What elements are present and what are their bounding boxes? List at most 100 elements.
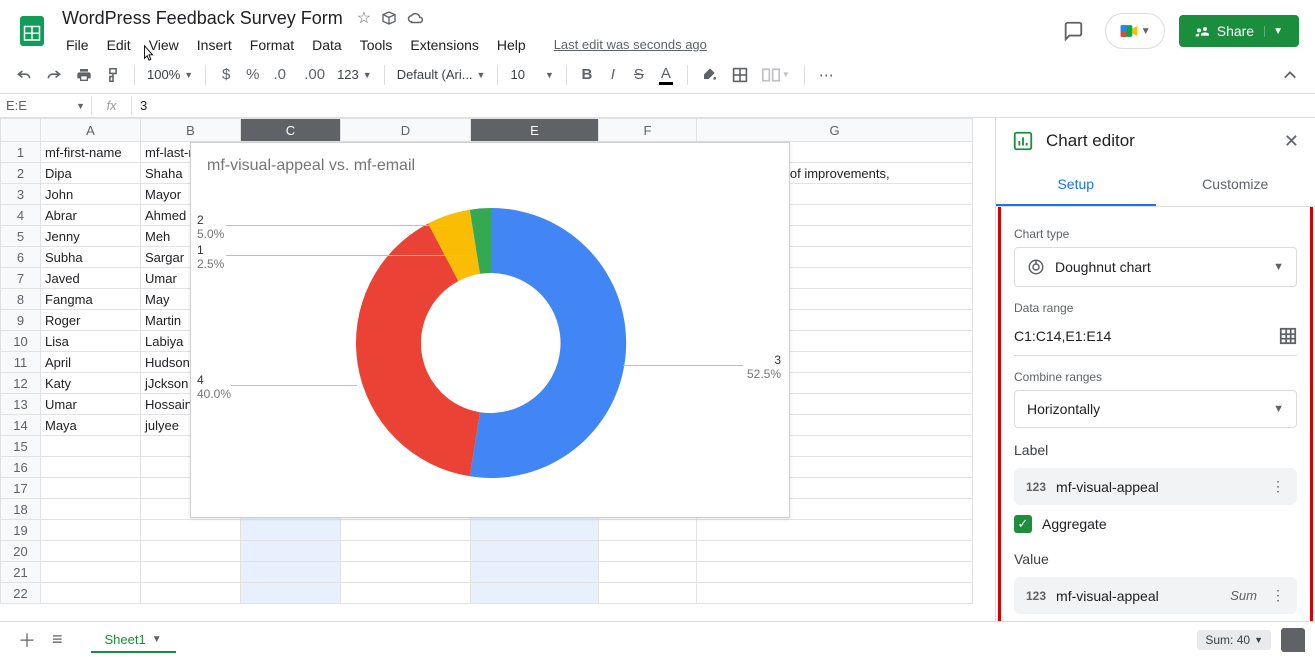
cell[interactable]	[697, 583, 973, 604]
cell[interactable]	[241, 583, 341, 604]
cell[interactable]: John	[41, 184, 141, 205]
row-header[interactable]: 22	[1, 583, 41, 604]
col-header-f[interactable]: F	[599, 119, 697, 142]
row-header[interactable]: 20	[1, 541, 41, 562]
paint-format-button[interactable]	[100, 62, 126, 88]
cell[interactable]	[141, 520, 241, 541]
cell[interactable]: Umar	[41, 394, 141, 415]
row-header[interactable]: 16	[1, 457, 41, 478]
font-family-dropdown[interactable]: Default (Ari...▼	[393, 64, 490, 85]
menu-tools[interactable]: Tools	[352, 33, 401, 57]
cell[interactable]: Roger	[41, 310, 141, 331]
chart-type-select[interactable]: Doughnut chart▼	[1014, 247, 1297, 287]
collapse-toolbar-button[interactable]	[1277, 62, 1305, 88]
cell[interactable]	[141, 541, 241, 562]
last-edit-link[interactable]: Last edit was seconds ago	[554, 37, 707, 52]
cloud-status-icon[interactable]	[407, 8, 425, 28]
tab-customize[interactable]: Customize	[1156, 164, 1315, 206]
explore-button[interactable]	[1281, 628, 1305, 652]
cell[interactable]	[41, 457, 141, 478]
cell[interactable]	[697, 541, 973, 562]
select-all-corner[interactable]	[1, 119, 41, 142]
format-currency-button[interactable]: $	[214, 62, 238, 88]
cell[interactable]: April	[41, 352, 141, 373]
menu-format[interactable]: Format	[242, 33, 302, 57]
row-header[interactable]: 12	[1, 373, 41, 394]
decrease-decimal-button[interactable]: .0	[268, 62, 297, 88]
cell[interactable]	[471, 562, 599, 583]
row-header[interactable]: 19	[1, 520, 41, 541]
cell[interactable]	[141, 562, 241, 583]
cell[interactable]	[41, 541, 141, 562]
row-header[interactable]: 6	[1, 247, 41, 268]
cell[interactable]: Fangma	[41, 289, 141, 310]
cell[interactable]	[697, 562, 973, 583]
increase-decimal-button[interactable]: .00	[298, 62, 331, 88]
cell[interactable]: Subha	[41, 247, 141, 268]
share-button[interactable]: Share ▼	[1179, 15, 1299, 47]
row-header[interactable]: 1	[1, 142, 41, 163]
cell[interactable]: Abrar	[41, 205, 141, 226]
grid-select-icon[interactable]	[1279, 327, 1297, 345]
cell[interactable]	[599, 520, 697, 541]
cell[interactable]	[471, 583, 599, 604]
fill-color-button[interactable]	[696, 62, 724, 88]
cell[interactable]	[41, 520, 141, 541]
tab-setup[interactable]: Setup	[996, 164, 1156, 206]
row-header[interactable]: 2	[1, 163, 41, 184]
data-range-field[interactable]: C1:C14,E1:E14	[1014, 321, 1297, 356]
cell[interactable]	[341, 583, 471, 604]
row-header[interactable]: 11	[1, 352, 41, 373]
menu-view[interactable]: View	[141, 33, 187, 57]
row-header[interactable]: 21	[1, 562, 41, 583]
redo-button[interactable]	[40, 62, 68, 88]
col-header-a[interactable]: A	[41, 119, 141, 142]
row-header[interactable]: 3	[1, 184, 41, 205]
comments-button[interactable]	[1055, 13, 1091, 49]
cell[interactable]	[341, 541, 471, 562]
row-header[interactable]: 14	[1, 415, 41, 436]
cell[interactable]	[241, 562, 341, 583]
cell[interactable]: Javed	[41, 268, 141, 289]
add-sheet-button[interactable]: ＋	[10, 623, 44, 657]
more-toolbar-button[interactable]: ⋯	[813, 62, 840, 88]
menu-edit[interactable]: Edit	[99, 33, 139, 57]
cell[interactable]	[241, 520, 341, 541]
cell[interactable]: Jenny	[41, 226, 141, 247]
cell[interactable]	[599, 541, 697, 562]
cell[interactable]: Katy	[41, 373, 141, 394]
quicksum-badge[interactable]: Sum: 40▼	[1197, 630, 1271, 650]
more-icon[interactable]: ⋮	[1271, 587, 1285, 604]
cell[interactable]	[697, 520, 973, 541]
formula-bar[interactable]: 3	[132, 96, 155, 115]
spreadsheet-grid[interactable]: A B C D E F G 1mf-first-namemf-last-name…	[0, 118, 995, 621]
share-caret-icon[interactable]: ▼	[1264, 26, 1283, 37]
star-icon[interactable]: ☆	[357, 8, 371, 28]
row-header[interactable]: 18	[1, 499, 41, 520]
menu-help[interactable]: Help	[489, 33, 534, 57]
menu-insert[interactable]: Insert	[189, 33, 240, 57]
more-formats-dropdown[interactable]: 123▼	[333, 64, 376, 85]
value-field[interactable]: 123 mf-visual-appeal Sum ⋮	[1014, 577, 1297, 614]
strike-button[interactable]: S	[627, 62, 651, 88]
cell[interactable]	[41, 562, 141, 583]
cell[interactable]	[599, 562, 697, 583]
cell[interactable]: mf-first-name	[41, 142, 141, 163]
close-sidebar-button[interactable]: ✕	[1284, 131, 1299, 152]
menu-data[interactable]: Data	[304, 33, 350, 57]
row-header[interactable]: 9	[1, 310, 41, 331]
cell[interactable]	[41, 499, 141, 520]
cell[interactable]	[41, 478, 141, 499]
text-color-button[interactable]: A	[653, 62, 679, 88]
row-header[interactable]: 5	[1, 226, 41, 247]
row-header[interactable]: 7	[1, 268, 41, 289]
cell[interactable]	[471, 520, 599, 541]
format-percent-button[interactable]: %	[240, 62, 265, 88]
col-header-c[interactable]: C	[241, 119, 341, 142]
col-header-e[interactable]: E	[471, 119, 599, 142]
sheets-app-icon[interactable]	[12, 11, 52, 51]
combine-ranges-select[interactable]: Horizontally▼	[1014, 390, 1297, 428]
cell[interactable]: Lisa	[41, 331, 141, 352]
cell[interactable]	[141, 583, 241, 604]
cell[interactable]: Maya	[41, 415, 141, 436]
